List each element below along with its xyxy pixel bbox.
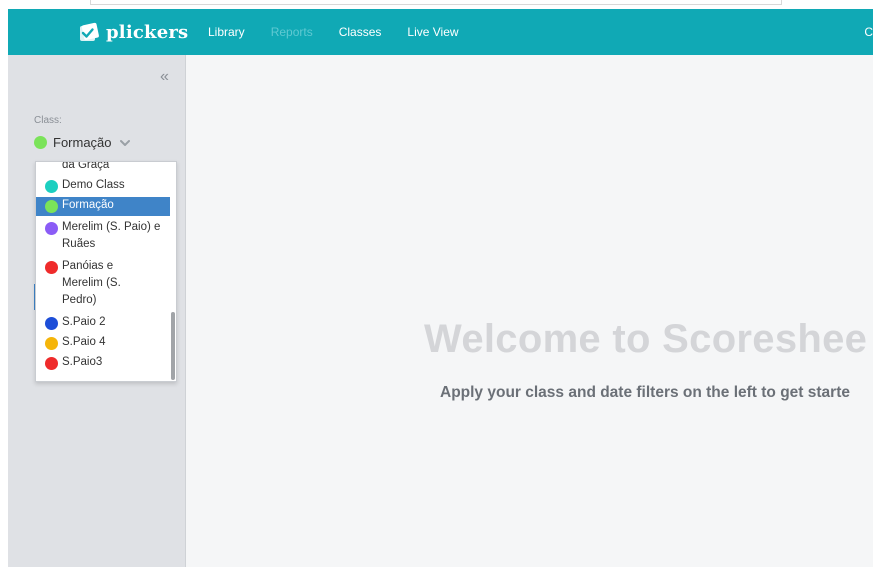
nav-right-cutoff[interactable]: C [864, 9, 873, 55]
window-left-edge [0, 9, 8, 567]
class-option-panoias-merelim[interactable]: Panóias e Merelim (S. Pedro) [36, 258, 170, 309]
class-color-dot [45, 200, 58, 213]
class-color-dot [45, 337, 58, 350]
class-color-dot [45, 222, 58, 235]
scoresheet-main-area: Welcome to Scoreshee Apply your class an… [186, 55, 873, 567]
class-select[interactable]: Formação [34, 135, 130, 150]
class-option-label: S.Paio 4 [62, 336, 106, 348]
class-dropdown-list[interactable]: da Graça Demo Class Formação Merelim (S.… [35, 161, 177, 382]
class-option-label: S.Paio3 [62, 356, 103, 368]
class-color-dot [45, 317, 58, 330]
selected-class-name: Formação [53, 135, 112, 150]
class-option-da-graca[interactable]: da Graça [36, 161, 170, 174]
class-color-dot [45, 261, 58, 274]
app-name: plickers [106, 21, 189, 43]
class-filter-label: Class: [34, 115, 62, 126]
class-option-merelim-s-paio[interactable]: Merelim (S. Paio) e Ruães [36, 219, 170, 253]
welcome-subtitle: Apply your class and date filters on the… [440, 384, 850, 401]
class-option-label: da Graça [62, 161, 110, 171]
class-option-s-paio3[interactable]: S.Paio3 [36, 354, 170, 371]
class-color-dot [45, 180, 58, 193]
class-color-dot [45, 357, 58, 370]
nav-live-view[interactable]: Live View [407, 25, 458, 39]
class-option-label: Demo Class [62, 179, 125, 191]
class-option-label: Formação [62, 199, 114, 211]
class-option-label: S.Paio 2 [62, 316, 106, 328]
dropdown-scroll-thumb[interactable] [171, 312, 175, 380]
chevron-down-icon [119, 139, 130, 146]
class-option-formacao[interactable]: Formação [36, 197, 170, 216]
plickers-logo[interactable]: plickers [78, 20, 188, 44]
collapse-sidebar-icon[interactable]: « [160, 68, 169, 86]
class-color-dot [34, 136, 47, 149]
class-option-s-paio-4[interactable]: S.Paio 4 [36, 334, 170, 351]
welcome-title: Welcome to Scoreshee [424, 317, 868, 361]
nav-reports[interactable]: Reports [271, 25, 313, 39]
class-option-label: Merelim (S. Paio) e Ruães [62, 221, 161, 250]
dropdown-scroll-track[interactable] [170, 162, 176, 381]
plickers-card-icon [78, 22, 100, 42]
nav-library[interactable]: Library [208, 25, 245, 39]
class-option-demo-class[interactable]: Demo Class [36, 177, 170, 194]
main-nav: Library Reports Classes Live View [208, 9, 485, 55]
class-option-label: Panóias e Merelim (S. Pedro) [62, 260, 121, 306]
top-navbar: plickers Library Reports Classes Live Vi… [8, 9, 873, 55]
nav-right-label: C [864, 25, 873, 39]
nav-classes[interactable]: Classes [339, 25, 382, 39]
class-option-s-paio-2[interactable]: S.Paio 2 [36, 314, 170, 331]
browser-tab-edge [90, 0, 782, 5]
